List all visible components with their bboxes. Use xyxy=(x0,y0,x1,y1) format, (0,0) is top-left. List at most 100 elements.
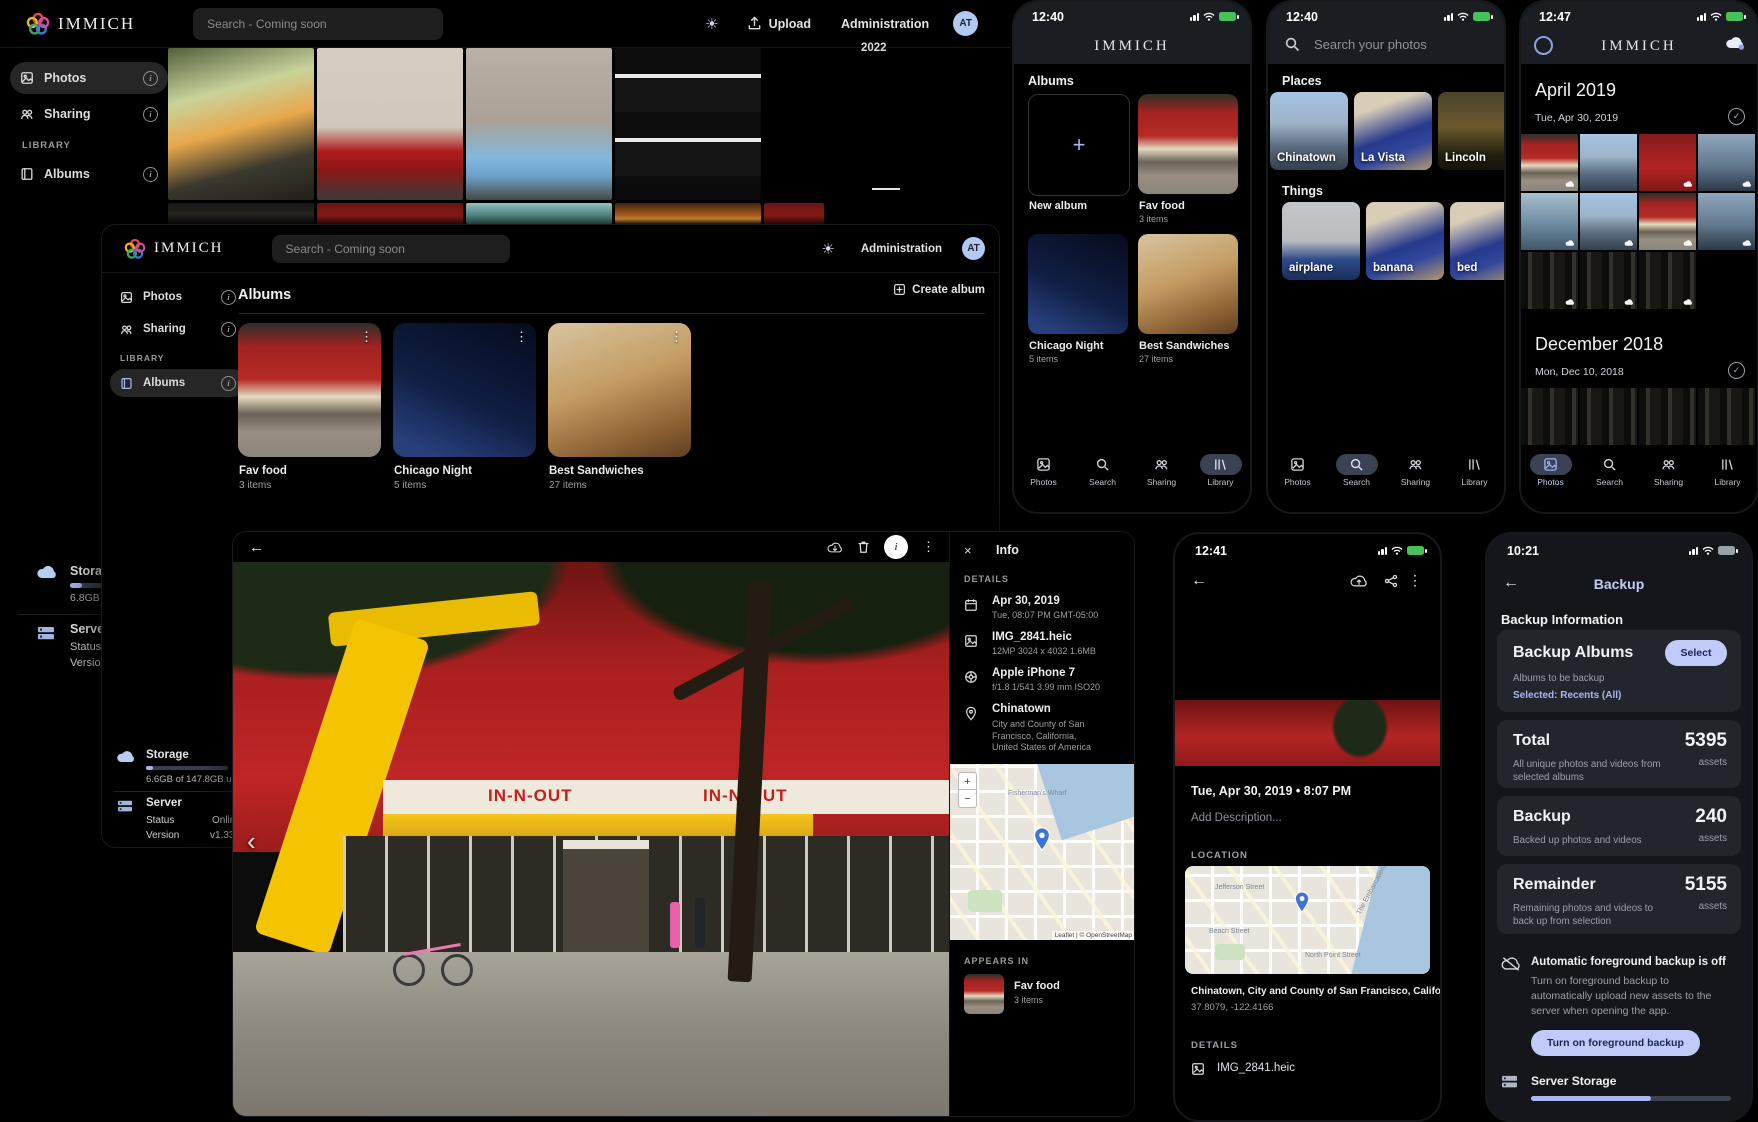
photo-thumbnail[interactable] xyxy=(1580,193,1637,250)
info-circle-icon[interactable]: i xyxy=(143,167,158,182)
nav-photos[interactable]: Photos xyxy=(1268,454,1327,512)
avatar[interactable]: AT xyxy=(962,237,985,260)
album-name[interactable]: Best Sandwiches xyxy=(549,465,644,477)
nav-library[interactable]: Library xyxy=(1445,454,1504,512)
previous-photo-chevron[interactable]: ‹ xyxy=(247,826,256,857)
upload-icon[interactable] xyxy=(747,16,762,31)
backup-cloud-icon[interactable] xyxy=(1725,35,1745,50)
more-icon[interactable]: ⋮ xyxy=(1408,572,1422,589)
upload-cloud-icon[interactable] xyxy=(1350,574,1368,588)
download-icon[interactable] xyxy=(827,541,843,554)
album-card-best-sandwiches[interactable] xyxy=(1138,234,1238,334)
nav-library[interactable]: Library xyxy=(1191,454,1250,512)
photo-thumbnail[interactable] xyxy=(1698,193,1755,250)
photo-thumbnail[interactable] xyxy=(1639,388,1696,445)
photo-thumbnail[interactable] xyxy=(168,203,314,224)
immich-logo[interactable]: IMMICH xyxy=(124,238,224,260)
map-zoom-out-button[interactable]: − xyxy=(958,789,977,808)
photo-thumbnail[interactable] xyxy=(1639,193,1696,250)
nav-photos[interactable]: Photos xyxy=(1521,454,1580,512)
album-card-chicago-night[interactable] xyxy=(1028,234,1128,334)
album-menu-icon[interactable]: ⋮ xyxy=(360,329,373,345)
photo-thumbnail[interactable] xyxy=(317,48,463,200)
more-icon[interactable]: ⋮ xyxy=(922,539,935,555)
photo-thumbnail[interactable] xyxy=(615,48,761,200)
place-thumb[interactable]: La Vista xyxy=(1354,92,1432,170)
sidebar-item-sharing[interactable]: Sharing i xyxy=(110,315,246,343)
map-attribution[interactable]: Leaflet | © OpenStreetMap xyxy=(1052,931,1135,940)
album-name[interactable]: Chicago Night xyxy=(394,465,472,477)
new-album-card[interactable]: + xyxy=(1028,94,1130,196)
nav-search[interactable]: Search xyxy=(1073,454,1132,512)
info-circle-icon[interactable]: i xyxy=(143,71,158,86)
back-icon[interactable]: ← xyxy=(1191,572,1207,590)
place-thumb[interactable]: Lincoln xyxy=(1438,92,1506,170)
info-circle-icon[interactable]: i xyxy=(221,322,236,337)
photo-thumbnail[interactable] xyxy=(466,48,612,200)
info-circle-icon[interactable]: i xyxy=(221,290,236,305)
photo-thumbnail[interactable] xyxy=(1580,388,1637,445)
search-input[interactable] xyxy=(272,235,510,263)
photo-thumbnail[interactable] xyxy=(1521,193,1578,250)
nav-search[interactable]: Search xyxy=(1580,454,1639,512)
nav-search[interactable]: Search xyxy=(1327,454,1386,512)
theme-toggle-icon[interactable]: ☀ xyxy=(821,240,834,258)
info-circle-icon[interactable]: i xyxy=(221,376,236,391)
photo-thumbnail[interactable] xyxy=(1580,134,1637,191)
album-card-chicago-night[interactable]: ⋮ xyxy=(393,323,536,457)
nav-sharing[interactable]: Sharing xyxy=(1132,454,1191,512)
administration-link[interactable]: Administration xyxy=(861,243,942,255)
nav-sharing[interactable]: Sharing xyxy=(1639,454,1698,512)
search-placeholder[interactable]: Search your photos xyxy=(1314,37,1427,52)
select-albums-button[interactable]: Select xyxy=(1665,640,1727,666)
select-day-check-icon[interactable]: ✓ xyxy=(1728,108,1745,125)
sidebar-item-photos[interactable]: Photos i xyxy=(110,283,246,311)
photo-thumbnail[interactable] xyxy=(168,48,314,200)
turn-on-foreground-backup-button[interactable]: Turn on foreground backup xyxy=(1531,1030,1700,1056)
sidebar-item-albums[interactable]: Albums i xyxy=(110,369,246,397)
photo-strip[interactable] xyxy=(1175,700,1440,766)
place-thumb[interactable]: Chinatown xyxy=(1270,92,1348,170)
thing-thumb[interactable]: banana xyxy=(1366,202,1444,280)
photo-thumbnail[interactable] xyxy=(1698,388,1755,445)
sidebar-item-photos[interactable]: Photos i xyxy=(10,62,168,94)
sidebar-item-albums[interactable]: Albums i xyxy=(10,158,168,190)
photo-thumbnail[interactable] xyxy=(1521,388,1578,445)
description-placeholder[interactable]: Add Description... xyxy=(1191,812,1282,824)
album-card-fav-food[interactable] xyxy=(1138,94,1238,194)
photo-thumbnail[interactable] xyxy=(764,203,824,224)
theme-toggle-icon[interactable]: ☀ xyxy=(705,15,718,33)
photo-thumbnail[interactable] xyxy=(1639,252,1696,309)
create-album-button[interactable]: Create album xyxy=(893,283,985,296)
album-name[interactable]: Fav food xyxy=(239,465,287,477)
photo-thumbnail[interactable] xyxy=(1521,134,1578,191)
info-circle-icon[interactable]: i xyxy=(143,107,158,122)
delete-icon[interactable] xyxy=(857,540,870,554)
upload-button[interactable]: Upload xyxy=(769,17,811,31)
nav-photos[interactable]: Photos xyxy=(1014,454,1073,512)
album-card-best-sandwiches[interactable]: ⋮ xyxy=(548,323,691,457)
location-map[interactable]: The Embarcadero Jefferson Street Beach S… xyxy=(1185,866,1430,974)
photo-viewer[interactable]: IN-N-OUT IN-N-OUT ‹ xyxy=(233,562,949,1116)
photo-thumbnail[interactable] xyxy=(1580,252,1637,309)
nav-sharing[interactable]: Sharing xyxy=(1386,454,1445,512)
sidebar-item-sharing[interactable]: Sharing i xyxy=(10,98,168,130)
avatar[interactable]: AT xyxy=(953,11,978,36)
back-icon[interactable]: ← xyxy=(249,539,264,556)
album-card-fav-food[interactable]: ⋮ xyxy=(238,323,381,457)
photo-thumbnail[interactable] xyxy=(466,203,612,224)
photo-thumbnail[interactable] xyxy=(1639,134,1696,191)
administration-link[interactable]: Administration xyxy=(841,17,929,31)
timeline-scrubber[interactable] xyxy=(872,188,900,190)
photo-thumbnail[interactable] xyxy=(1698,134,1755,191)
select-day-check-icon[interactable]: ✓ xyxy=(1728,362,1745,379)
location-map[interactable]: Fisherman's Wharf + − Leaflet | © OpenSt… xyxy=(950,764,1135,940)
appears-in-album-name[interactable]: Fav food xyxy=(1014,980,1060,992)
search-input[interactable] xyxy=(193,8,443,40)
thing-thumb[interactable]: airplane xyxy=(1282,202,1360,280)
share-icon[interactable] xyxy=(1384,574,1398,588)
album-menu-icon[interactable]: ⋮ xyxy=(515,329,528,345)
nav-library[interactable]: Library xyxy=(1698,454,1757,512)
photo-thumbnail[interactable] xyxy=(317,203,463,224)
immich-logo[interactable]: IMMICH xyxy=(26,12,135,36)
